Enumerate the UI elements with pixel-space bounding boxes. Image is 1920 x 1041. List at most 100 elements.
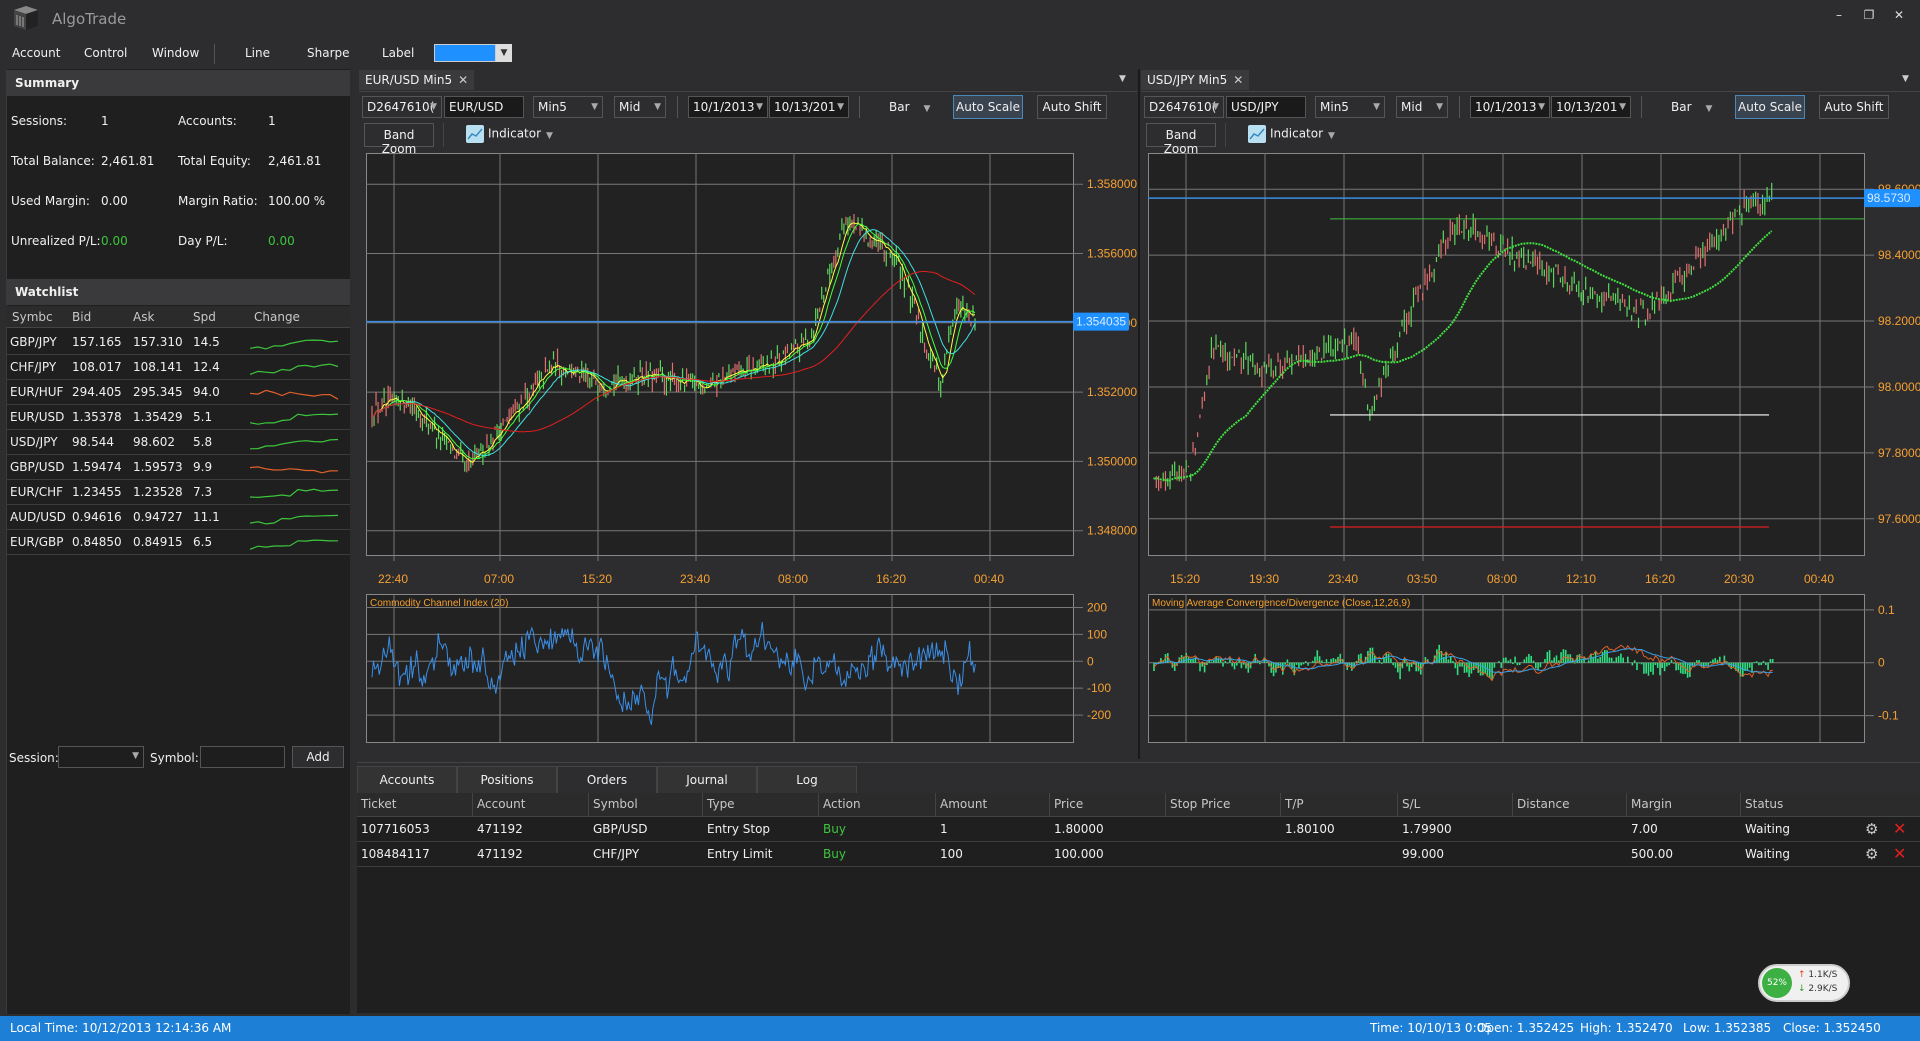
col-type[interactable]: Type: [707, 797, 735, 811]
chart-type-select[interactable]: Bar ▼: [1671, 100, 1712, 114]
col-change[interactable]: Change: [254, 310, 300, 324]
tab-positions[interactable]: Positions: [457, 766, 557, 794]
tab-journal[interactable]: Journal: [657, 766, 757, 794]
price-type-select[interactable]: Mid ▼: [1396, 96, 1448, 118]
chart-tab[interactable]: EUR/USD Min5 ✕: [359, 70, 475, 90]
col-symbol[interactable]: Symbol: [593, 797, 638, 811]
delete-order-icon[interactable]: ✕: [1893, 819, 1906, 838]
band-zoom-button[interactable]: Band Zoom: [1146, 123, 1216, 156]
col-price[interactable]: Price: [1054, 797, 1083, 811]
restore-button[interactable]: ❐: [1858, 6, 1880, 24]
close-tab-icon[interactable]: ✕: [458, 73, 468, 87]
col-bid[interactable]: Bid: [72, 310, 91, 324]
period-select[interactable]: Min5 ▼: [533, 96, 603, 118]
order-symbol: GBP/USD: [593, 822, 648, 836]
tab-overflow-icon[interactable]: ▼: [1902, 74, 1909, 84]
tab-accounts[interactable]: Accounts: [357, 766, 457, 794]
col-status[interactable]: Status: [1745, 797, 1783, 811]
col-stop-price[interactable]: Stop Price: [1170, 797, 1230, 811]
col-margin[interactable]: Margin: [1631, 797, 1672, 811]
symbol-field[interactable]: USD/JPY: [1226, 96, 1306, 118]
account-select[interactable]: D2647610(▼: [1144, 96, 1224, 118]
to-date-picker[interactable]: 10/13/201 ▼: [1551, 96, 1631, 118]
col-ask[interactable]: Ask: [133, 310, 154, 324]
sparkline: [250, 389, 339, 400]
column-divider[interactable]: [1740, 793, 1741, 817]
auto-scale-button[interactable]: Auto Scale: [1735, 95, 1805, 119]
column-divider[interactable]: [1280, 793, 1281, 817]
close-window-button[interactable]: ✕: [1888, 6, 1910, 24]
column-divider[interactable]: [1397, 793, 1398, 817]
indicator-menu[interactable]: Indicator ▼: [1248, 125, 1335, 145]
chart-type-select[interactable]: Bar ▼: [889, 100, 930, 114]
col-s-l[interactable]: S/L: [1402, 797, 1420, 811]
column-divider[interactable]: [472, 793, 473, 817]
menu-account[interactable]: Account: [12, 46, 60, 60]
column-divider[interactable]: [1165, 793, 1166, 817]
price-chart[interactable]: 98.600098.400098.200098.000097.800097.60…: [1148, 153, 1920, 595]
band-zoom-button[interactable]: Band Zoom: [364, 123, 434, 156]
col-distance[interactable]: Distance: [1517, 797, 1569, 811]
chart-tab[interactable]: USD/JPY Min5 ✕: [1141, 70, 1250, 90]
add-symbol-button[interactable]: Add: [292, 746, 344, 768]
col-ticket[interactable]: Ticket: [361, 797, 397, 811]
indicator-chart[interactable]: 200 100 0 -100 -200 Commodity Channel Index (…: [366, 594, 1163, 744]
delete-order-icon[interactable]: ✕: [1893, 844, 1906, 863]
account-select[interactable]: D2647610(▼: [362, 96, 442, 118]
tab-orders[interactable]: Orders: [557, 766, 657, 794]
unrealized-pl-value: 0.00: [101, 234, 128, 248]
cpu-percent: 52%: [1762, 968, 1792, 998]
settings-gear-icon[interactable]: ⚙: [1865, 820, 1878, 838]
column-divider[interactable]: [588, 793, 589, 817]
column-divider[interactable]: [1626, 793, 1627, 817]
toolbar-divider: [1641, 96, 1642, 118]
tool-label[interactable]: Label: [382, 46, 414, 60]
watchlist-spread: 9.9: [193, 460, 213, 474]
indicator-chart[interactable]: 0.1 0 -0.1 Moving Average Convergence/Diver…: [1148, 594, 1920, 744]
to-date-picker-value: 10/13/201: [774, 100, 836, 114]
column-divider[interactable]: [818, 793, 819, 817]
tab-log[interactable]: Log: [757, 766, 857, 794]
column-divider[interactable]: [1512, 793, 1513, 817]
minimize-button[interactable]: –: [1828, 6, 1850, 24]
from-date-picker[interactable]: 10/1/2013 ▼: [688, 96, 768, 118]
col-t-p[interactable]: T/P: [1285, 797, 1304, 811]
close-tab-icon[interactable]: ✕: [1233, 73, 1243, 87]
column-divider[interactable]: [1049, 793, 1050, 817]
symbol-field[interactable]: EUR/USD: [444, 96, 524, 118]
indicator-menu[interactable]: Indicator ▼: [466, 125, 553, 145]
tab-overflow-icon[interactable]: ▼: [1119, 74, 1126, 84]
tool-sharpe[interactable]: Sharpe: [307, 46, 350, 60]
order-status: Waiting: [1745, 822, 1791, 836]
menu-window[interactable]: Window: [152, 46, 199, 60]
order-row[interactable]: [357, 842, 1920, 867]
column-divider[interactable]: [935, 793, 936, 817]
color-dropdown-icon[interactable]: ▼: [496, 44, 512, 62]
accounts-value: 1: [268, 114, 276, 128]
panel-splitter[interactable]: [1138, 69, 1140, 759]
period-select[interactable]: Min5 ▼: [1315, 96, 1385, 118]
column-divider[interactable]: [702, 793, 703, 817]
auto-shift-button[interactable]: Auto Shift: [1819, 95, 1889, 119]
order-row[interactable]: [357, 817, 1920, 842]
auto-shift-button[interactable]: Auto Shift: [1037, 95, 1107, 119]
col-amount[interactable]: Amount: [940, 797, 987, 811]
price-chart[interactable]: 1.3580001.3560001.3540001.3520001.350000…: [366, 153, 1183, 595]
col-action[interactable]: Action: [823, 797, 861, 811]
settings-gear-icon[interactable]: ⚙: [1865, 845, 1878, 863]
price-type-select[interactable]: Mid ▼: [614, 96, 666, 118]
to-date-picker[interactable]: 10/13/201 ▼: [769, 96, 849, 118]
price-type-select-value: Mid: [1401, 100, 1423, 114]
symbol-input[interactable]: [200, 746, 285, 768]
col-spread[interactable]: Spd: [193, 310, 216, 324]
from-date-picker[interactable]: 10/1/2013 ▼: [1470, 96, 1550, 118]
menu-control[interactable]: Control: [84, 46, 127, 60]
network-monitor[interactable]: 52% ↑ 1.1K/S ↓ 2.9K/S: [1758, 964, 1850, 1002]
tool-line[interactable]: Line: [245, 46, 270, 60]
label-color-picker[interactable]: [434, 44, 496, 62]
chart-tab-label: USD/JPY Min5: [1147, 73, 1228, 87]
auto-scale-button[interactable]: Auto Scale: [953, 95, 1023, 119]
col-account[interactable]: Account: [477, 797, 525, 811]
col-symbol[interactable]: Symbc: [12, 310, 53, 324]
session-select[interactable]: ▼: [58, 746, 144, 768]
